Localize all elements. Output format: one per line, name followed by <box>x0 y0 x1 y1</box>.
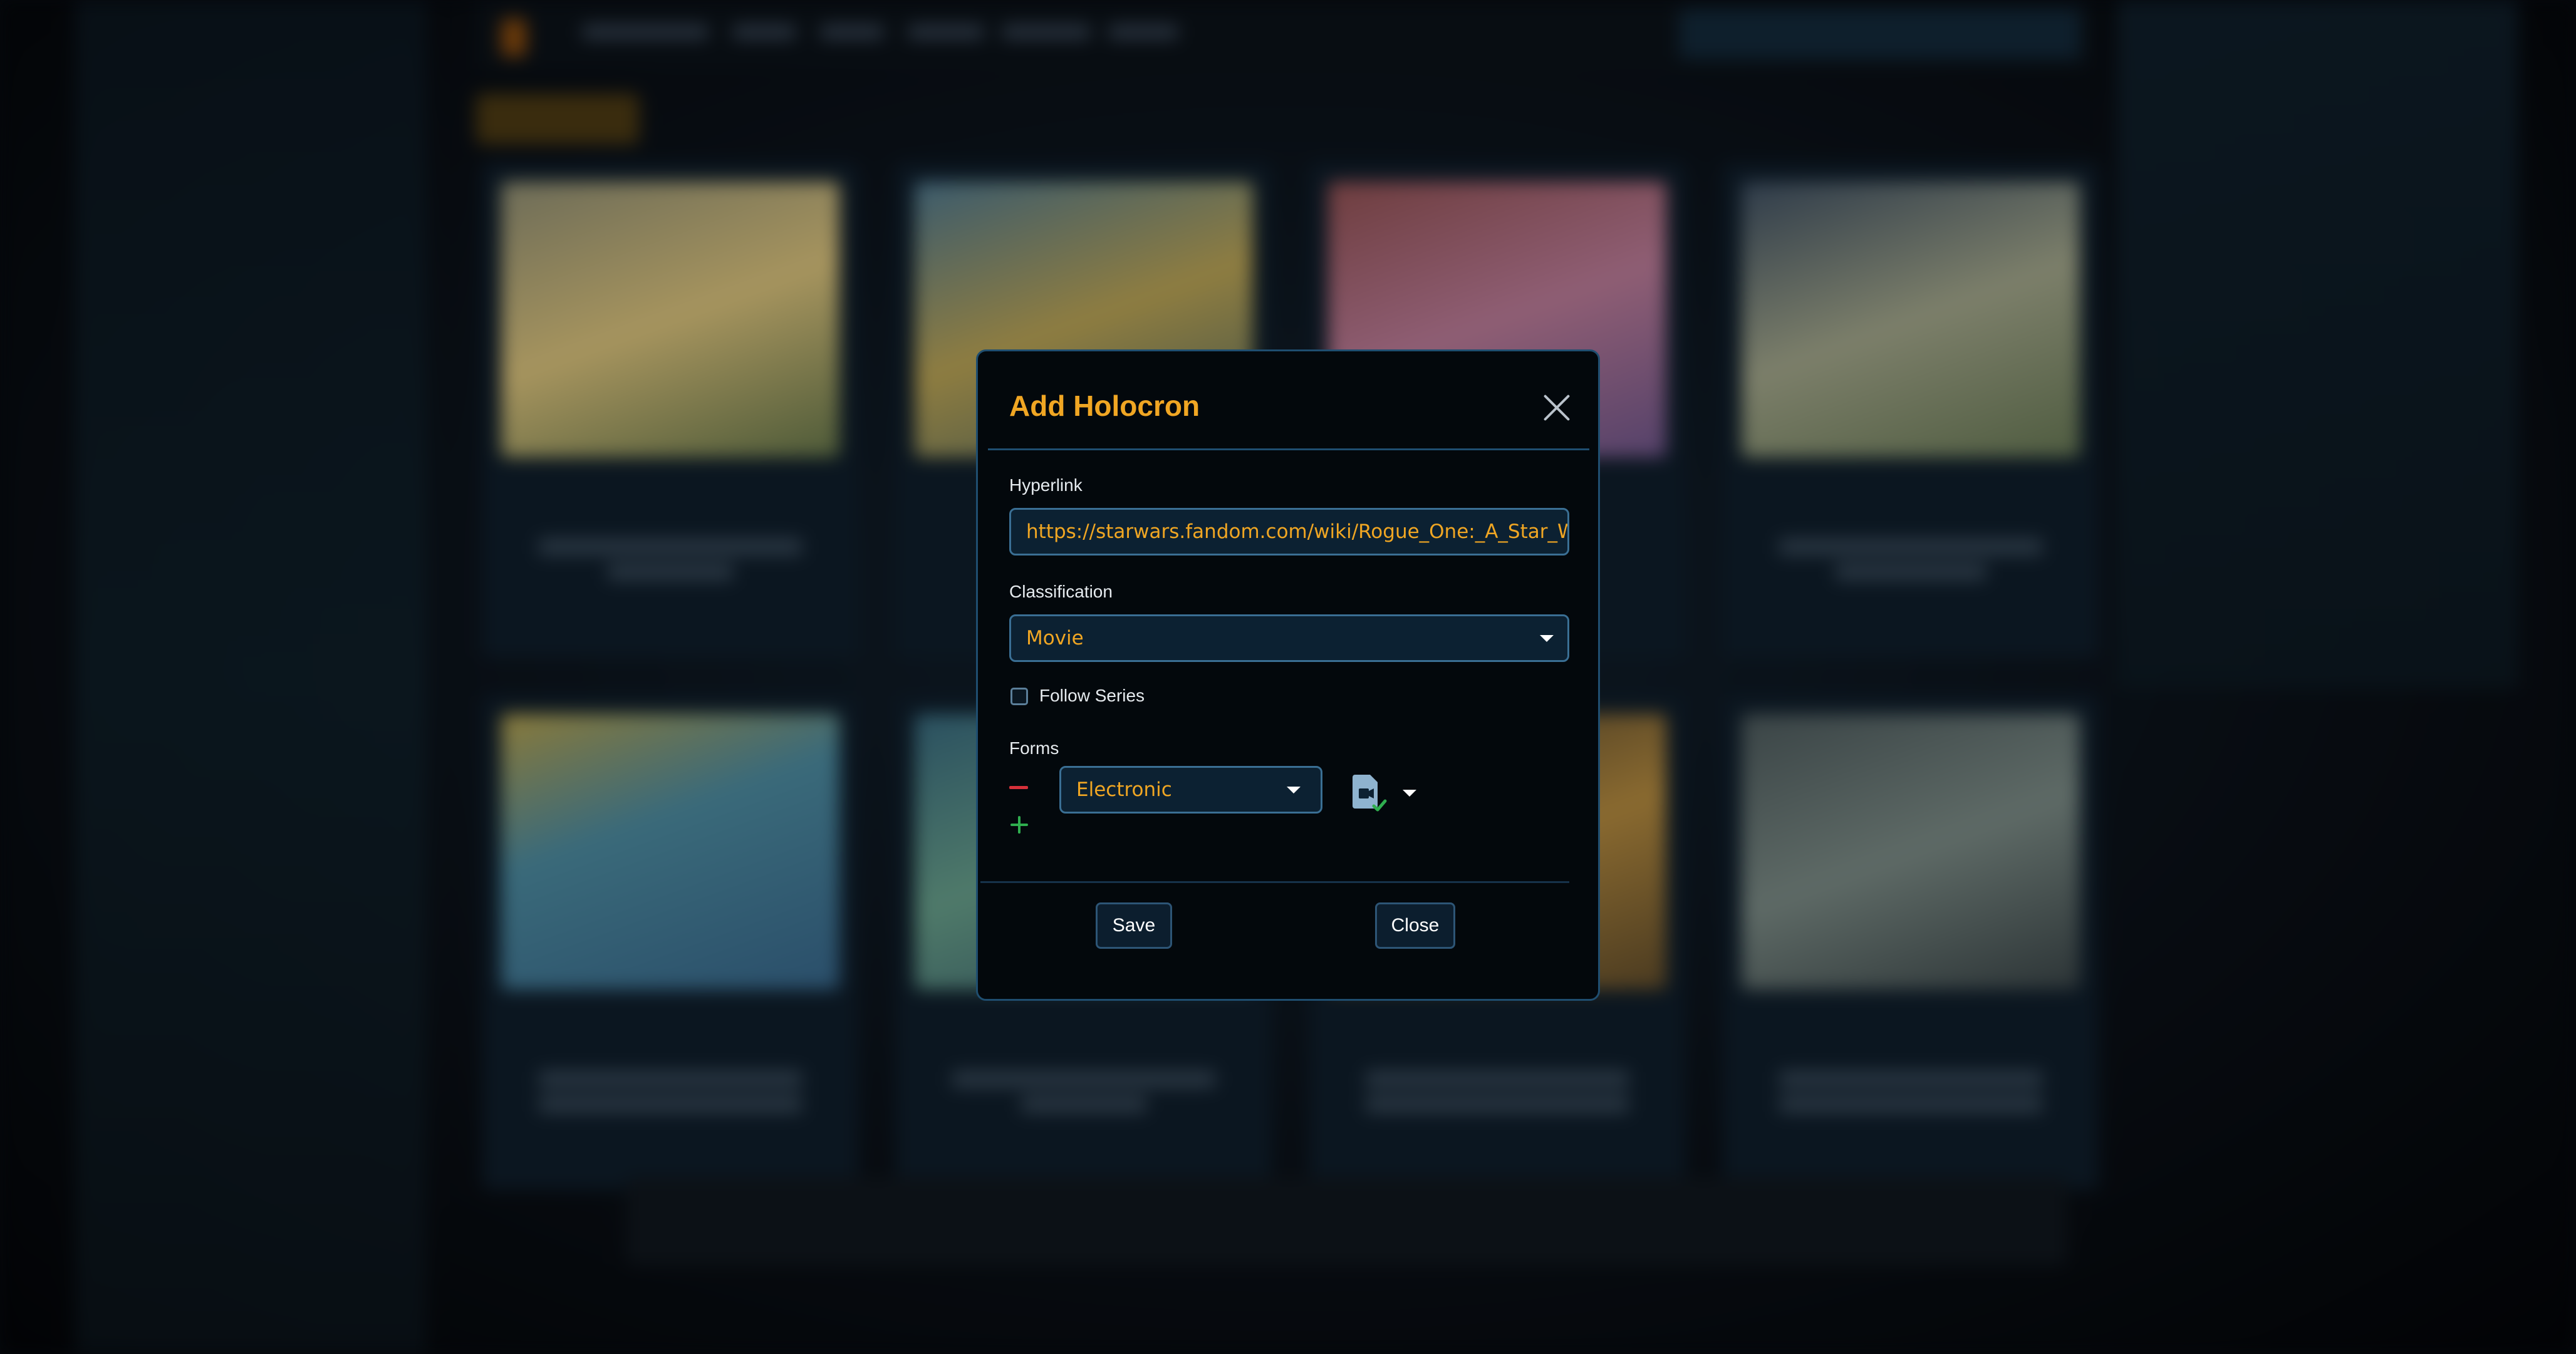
header-divider <box>988 448 1589 450</box>
footer-divider <box>980 881 1569 883</box>
background-nav-item <box>733 25 796 39</box>
remove-form-icon[interactable] <box>1009 786 1028 789</box>
follow-series-checkbox[interactable] <box>1010 688 1028 705</box>
hyperlink-label: Hyperlink <box>1009 475 1083 495</box>
background-title <box>476 94 639 144</box>
close-button[interactable]: Close <box>1375 902 1455 949</box>
add-holocron-dialog: Add Holocron Hyperlink https://starwars.… <box>976 349 1600 1001</box>
file-check-icon[interactable] <box>1351 772 1390 816</box>
background-nav-item <box>583 25 708 39</box>
form-type-value: Electronic <box>1076 778 1172 801</box>
hyperlink-input[interactable]: https://starwars.fandom.com/wiki/Rogue_O… <box>1009 508 1569 556</box>
background-pagination <box>626 1177 2067 1265</box>
background-search <box>1679 9 2080 59</box>
background-card <box>482 695 858 1190</box>
background-nav-item <box>1002 25 1090 39</box>
classification-value: Movie <box>1026 627 1084 649</box>
background-nav-item <box>1109 25 1178 39</box>
file-status-dropdown-icon[interactable] <box>1403 790 1416 797</box>
background-nav-item <box>908 25 984 39</box>
forms-label: Forms <box>1009 738 1059 758</box>
close-icon[interactable] <box>1542 393 1572 423</box>
background-right-panel <box>2117 0 2518 689</box>
background-card <box>1723 163 2099 658</box>
save-button[interactable]: Save <box>1096 902 1172 949</box>
dialog-title: Add Holocron <box>1009 390 1200 422</box>
classification-label: Classification <box>1009 582 1113 601</box>
background-card <box>1723 695 2099 1190</box>
chevron-down-icon <box>1540 635 1554 642</box>
add-form-icon[interactable] <box>1009 815 1029 835</box>
classification-select[interactable]: Movie <box>1009 614 1569 662</box>
chevron-down-icon <box>1287 787 1301 793</box>
background-left-panel <box>75 0 426 1354</box>
form-type-select[interactable]: Electronic <box>1059 766 1322 814</box>
follow-series-label: Follow Series <box>1039 686 1145 705</box>
background-logo <box>501 19 526 56</box>
background-card <box>482 163 858 658</box>
background-nav-item <box>821 25 883 39</box>
